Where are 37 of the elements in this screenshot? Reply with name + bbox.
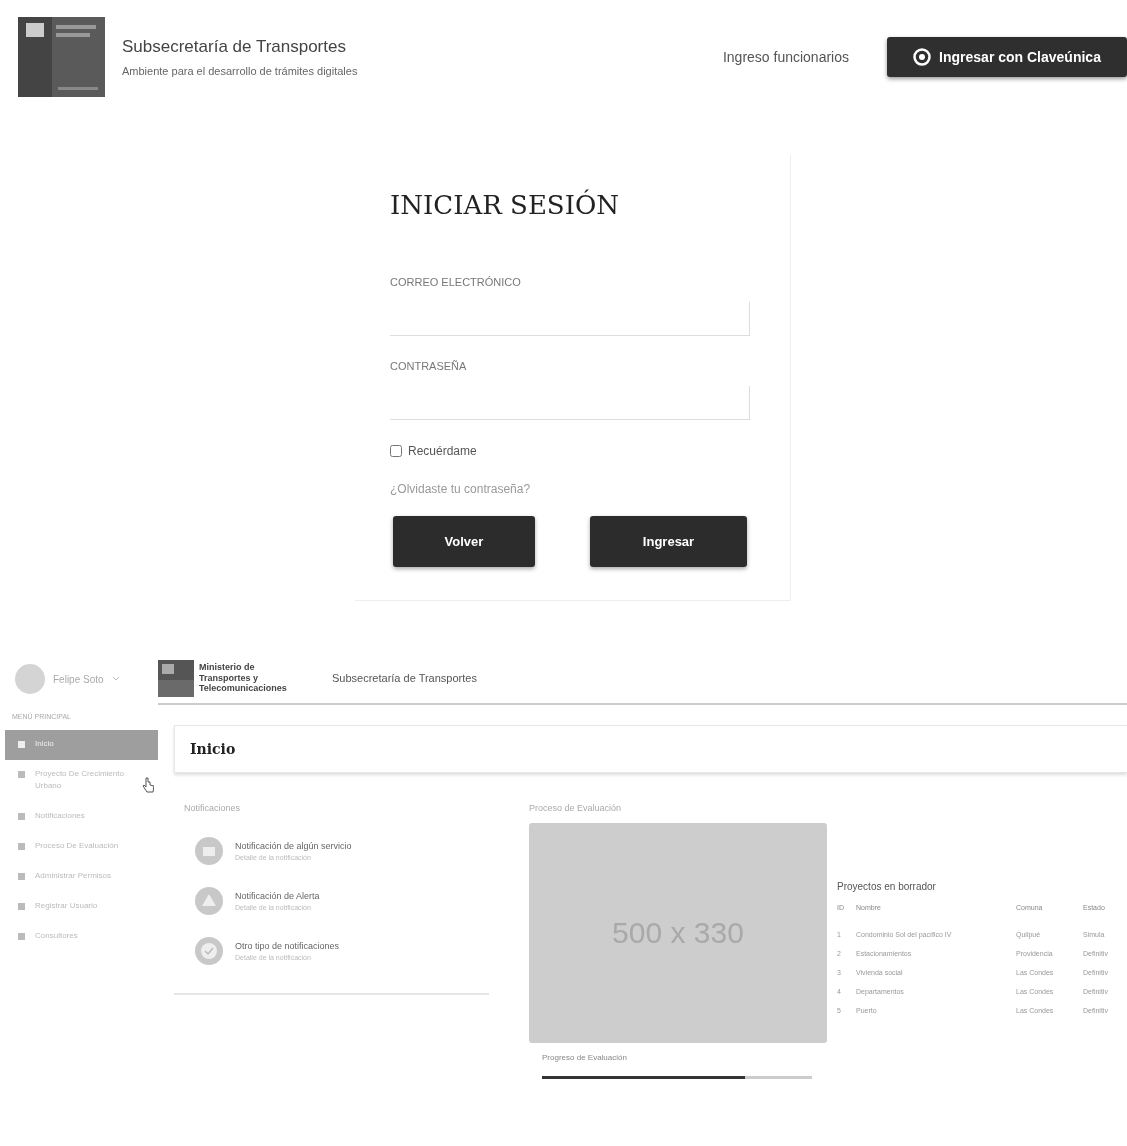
ministry-logo-icon [158,659,194,697]
sidebar-item[interactable]: Administrar Permisos [0,862,158,892]
forgot-password-link[interactable]: ¿Olvidaste tu contraseña? [390,482,790,496]
agency-name: Subsecretaría de Transportes [332,672,477,684]
avatar-icon [15,664,45,694]
notification-title: Notificación de algún servicio [235,841,352,851]
sidebar-item[interactable]: Proceso De Evaluación [0,832,158,862]
hand-cursor-icon [142,777,154,793]
user-name: Felipe Soto [53,673,104,685]
ministry-name: Ministerio de Transportes y Telecomunicaciones [199,662,288,694]
field-label: CONTRASEÑA [390,360,468,372]
check-icon [193,935,225,967]
site-title: Subsecretaría de Transportes [122,37,347,57]
checkbox-label: Recuérdame [408,444,477,458]
table-title: Proyectos en borrador [837,881,937,892]
claveunica-login-button[interactable]: Ingresar con Claveúnica [887,37,1127,77]
caret-icon [111,676,120,682]
sidebar-item[interactable]: Registrar Usuario [0,892,158,922]
back-button[interactable]: Volver [393,516,535,567]
sidebar-item[interactable]: Notificaciones [0,802,158,832]
notification-title: Notificación de Alerta [235,891,320,901]
notification-title: Otro tipo de notificaciones [235,941,340,951]
progress-label: Progreso de Evaluación [542,1053,628,1062]
field-label: CORREO ELECTRÓNICO [390,276,522,288]
mail-icon [193,835,225,867]
remember-checkbox[interactable] [390,445,402,457]
section-title: Proceso de Evaluación [529,803,623,813]
section-title: Notificaciones [184,803,242,813]
alert-icon [193,885,225,917]
login-title: INICIAR SESIÓN [390,190,620,220]
page-title: Inicio [190,741,236,757]
power-icon [913,48,932,66]
site-subtitle: Ambiente para el desarrollo de trámites digitales [122,65,358,77]
staff-login-link[interactable]: Ingreso funcionarios [722,49,849,65]
logo-icon [18,17,105,97]
sidebar-item[interactable]: Inicio [5,730,158,760]
login-button[interactable]: Ingresar [590,516,747,567]
